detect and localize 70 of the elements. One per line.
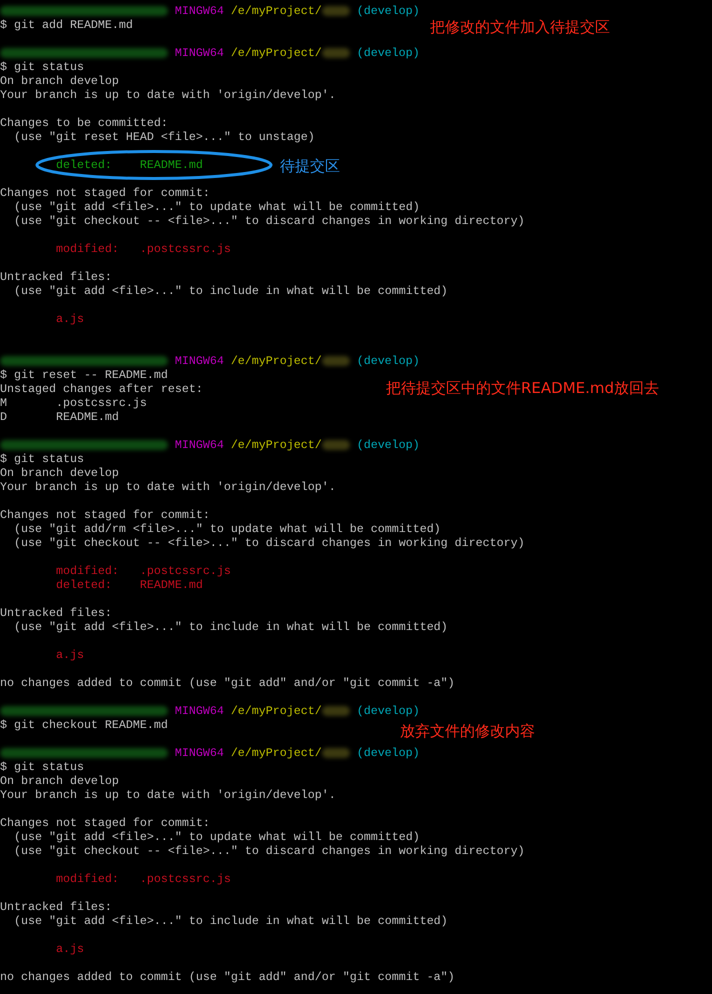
shell-label: MINGW64	[174, 46, 224, 60]
git-branch: (develop)	[356, 354, 420, 368]
terminal-line: $ git reset -- README.md	[0, 368, 168, 382]
prompt-path: /e/myProject/	[230, 704, 322, 718]
terminal-line: $ git status	[0, 60, 84, 74]
terminal-line: Changes not staged for commit:	[0, 816, 210, 830]
terminal-line: (use "git add/rm <file>..." to update what will be committed)	[12, 522, 441, 536]
terminal-line: no changes added to commit (use "git add" and/or "git commit -a")	[0, 676, 455, 690]
terminal-line: On branch develop	[0, 466, 119, 480]
git-branch: (develop)	[356, 4, 420, 18]
annotation-text: 放弃文件的修改内容	[400, 722, 535, 740]
terminal-line: Unstaged changes after reset:	[0, 382, 203, 396]
prompt-path: /e/myProject/	[230, 354, 322, 368]
terminal-line: Untracked files:	[0, 270, 112, 284]
terminal-line: (use "git reset HEAD <file>..." to unstage)	[12, 130, 315, 144]
file-entry: modified: .postcssrc.js	[54, 564, 231, 578]
file-entry: deleted: README.md	[54, 158, 203, 172]
annotation-text: 把修改的文件加入待提交区	[430, 18, 610, 36]
terminal-line: (use "git add <file>..." to update what will be committed)	[12, 830, 420, 844]
terminal-line: Changes not staged for commit:	[0, 186, 210, 200]
blur-smudge	[322, 356, 350, 366]
blur-smudge	[322, 48, 350, 58]
annotation-text: 待提交区	[280, 157, 340, 175]
terminal-line: $ git status	[0, 760, 84, 774]
blur-smudge	[322, 748, 350, 758]
terminal-line: Changes to be committed:	[0, 116, 168, 130]
terminal-line: On branch develop	[0, 774, 119, 788]
blur-smudge	[322, 706, 350, 716]
terminal-line: (use "git add <file>..." to include in what will be committed)	[12, 284, 448, 298]
terminal-line: Changes not staged for commit:	[0, 508, 210, 522]
terminal-line: (use "git add <file>..." to update what will be committed)	[12, 200, 420, 214]
git-branch: (develop)	[356, 46, 420, 60]
terminal-line: (use "git add <file>..." to include in what will be committed)	[12, 914, 448, 928]
blur-smudge	[322, 6, 350, 16]
terminal-line: Untracked files:	[0, 606, 112, 620]
file-entry: modified: .postcssrc.js	[54, 872, 231, 886]
terminal-line: $ git checkout README.md	[0, 718, 168, 732]
git-branch: (develop)	[356, 746, 420, 760]
git-branch: (develop)	[356, 704, 420, 718]
terminal-line: Your branch is up to date with 'origin/develop'.	[0, 88, 336, 102]
terminal-line: Your branch is up to date with 'origin/develop'.	[0, 480, 336, 494]
terminal-line: (use "git checkout -- <file>..." to discard changes in working directory)	[12, 844, 525, 858]
terminal-line: M .postcssrc.js	[0, 396, 147, 410]
annotation-text: 把待提交区中的文件README.md放回去	[386, 379, 660, 397]
prompt-path: /e/myProject/	[230, 4, 322, 18]
file-entry: a.js	[54, 648, 84, 662]
shell-label: MINGW64	[174, 438, 224, 452]
terminal-line: no changes added to commit (use "git add" and/or "git commit -a")	[0, 970, 455, 984]
file-entry: a.js	[54, 312, 84, 326]
shell-label: MINGW64	[174, 704, 224, 718]
shell-label: MINGW64	[174, 746, 224, 760]
terminal-line: D README.md	[0, 410, 119, 424]
shell-label: MINGW64	[174, 4, 224, 18]
prompt-path: /e/myProject/	[230, 46, 322, 60]
terminal-line: (use "git checkout -- <file>..." to discard changes in working directory)	[12, 536, 525, 550]
terminal-line: Untracked files:	[0, 900, 112, 914]
file-entry: modified: .postcssrc.js	[54, 242, 231, 256]
prompt-path: /e/myProject/	[230, 438, 322, 452]
blur-smudge	[322, 440, 350, 450]
git-branch: (develop)	[356, 438, 420, 452]
prompt-path: /e/myProject/	[230, 746, 322, 760]
terminal-line: $ git status	[0, 452, 84, 466]
terminal-line: (use "git add <file>..." to include in what will be committed)	[12, 620, 448, 634]
file-entry: a.js	[54, 942, 84, 956]
file-entry: deleted: README.md	[54, 578, 203, 592]
terminal-line: Your branch is up to date with 'origin/develop'.	[0, 788, 336, 802]
terminal-line: $ git add README.md	[0, 18, 133, 32]
shell-label: MINGW64	[174, 354, 224, 368]
terminal-line: (use "git checkout -- <file>..." to discard changes in working directory)	[12, 214, 525, 228]
terminal-line: On branch develop	[0, 74, 119, 88]
